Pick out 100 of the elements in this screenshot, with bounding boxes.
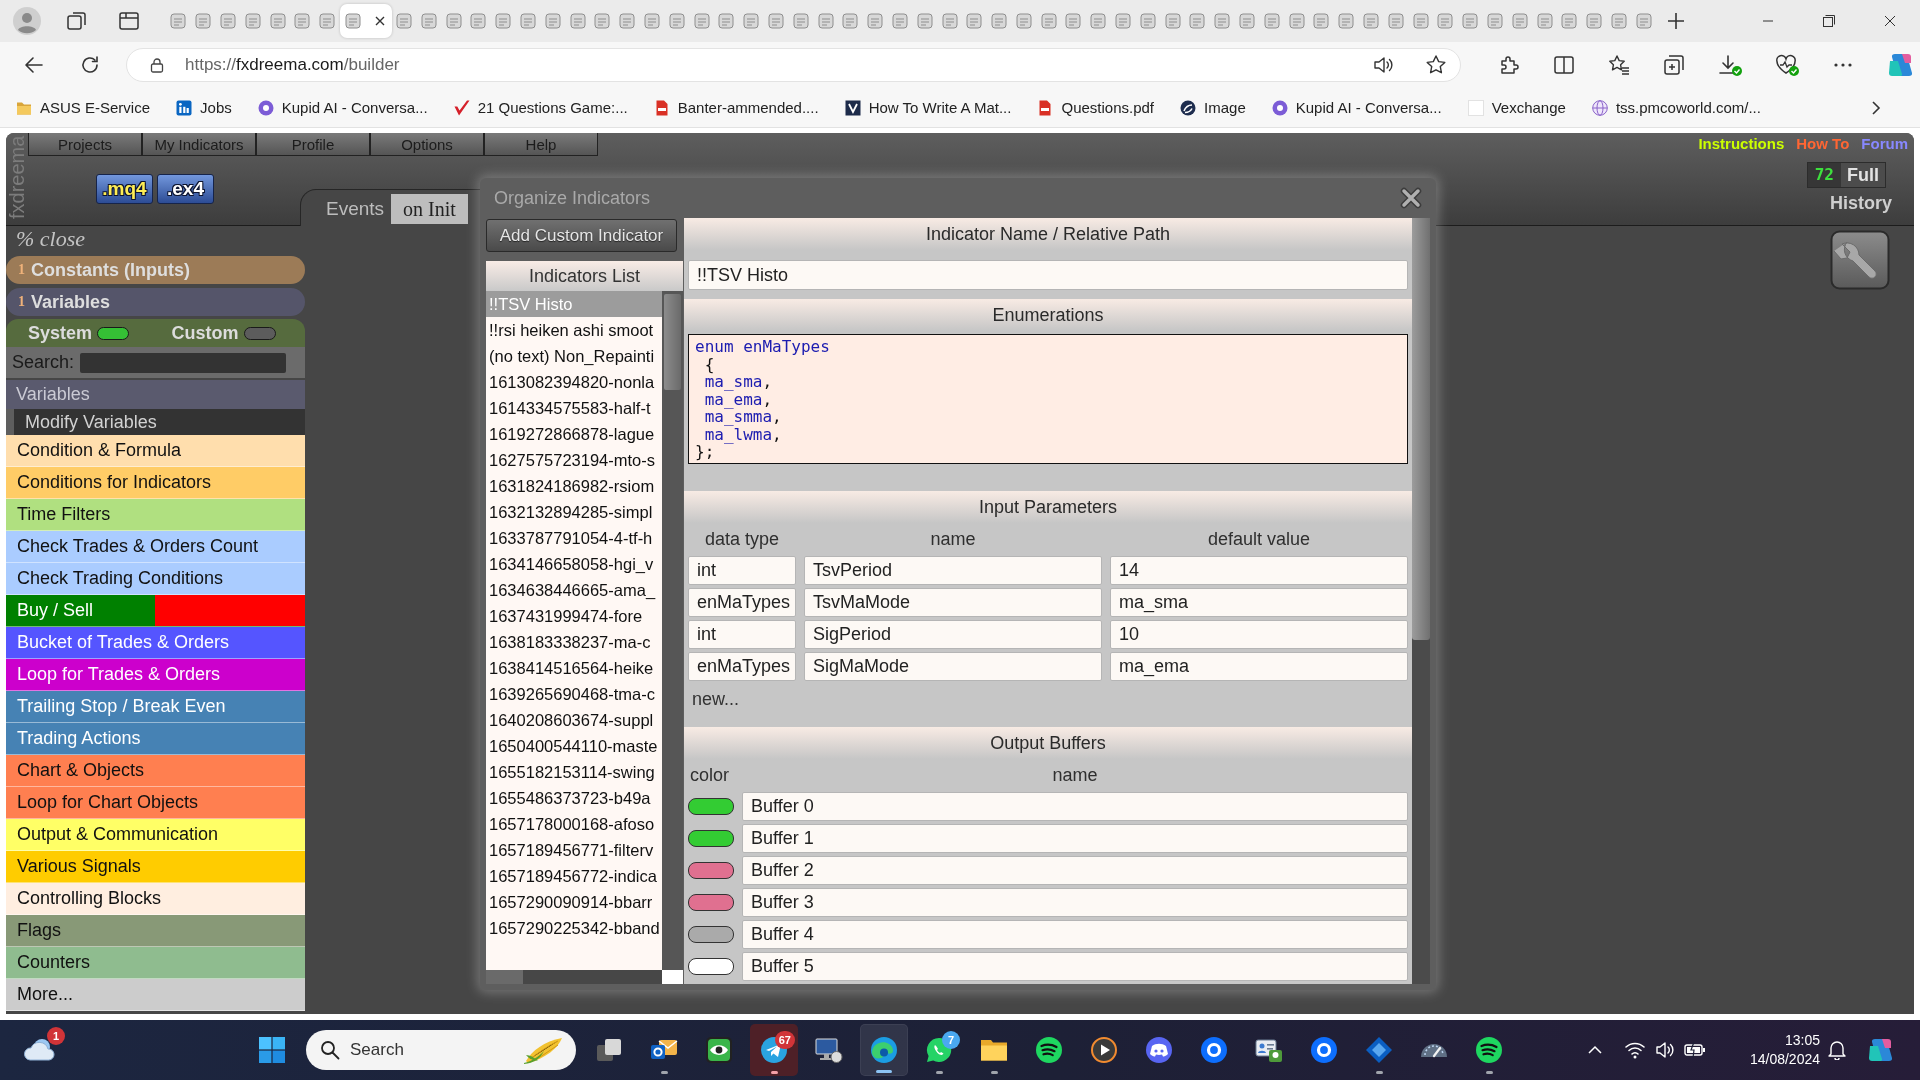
clock-date[interactable]: 14/08/2024 bbox=[1749, 1050, 1820, 1069]
data-type-field[interactable]: int bbox=[688, 620, 796, 649]
close-sidebar-link[interactable]: % close bbox=[6, 226, 305, 252]
bell-icon[interactable] bbox=[1828, 1040, 1846, 1060]
scrollbar[interactable] bbox=[662, 291, 683, 970]
bookmark-link[interactable]: Vexchange bbox=[1465, 92, 1568, 123]
category-item[interactable]: Output & Communication bbox=[6, 819, 305, 851]
color-swatch-icon[interactable] bbox=[688, 894, 734, 911]
horizontal-scrollbar[interactable] bbox=[486, 970, 683, 984]
bookmark-link[interactable]: ASUS E-Service bbox=[14, 92, 153, 123]
color-swatch-icon[interactable] bbox=[688, 830, 734, 847]
file-type-button[interactable]: .mq4 bbox=[96, 174, 153, 204]
bookmark-link[interactable]: Banter-ammended.... bbox=[651, 92, 821, 123]
list-item[interactable]: 1640208603674-suppl bbox=[486, 707, 662, 733]
category-item[interactable]: Trading Actions bbox=[6, 723, 305, 755]
category-item[interactable]: Controlling Blocks bbox=[6, 883, 305, 915]
list-item[interactable]: 1613082394820-nonla bbox=[486, 369, 662, 395]
list-item[interactable]: 1657290090914-bbarr bbox=[486, 889, 662, 915]
category-item[interactable]: More... bbox=[6, 979, 305, 1011]
list-item[interactable]: 1657290225342-bband bbox=[486, 915, 662, 941]
parameter-name-field[interactable]: SigMaMode bbox=[804, 652, 1102, 681]
list-item[interactable]: 1638183338237-ma-c bbox=[486, 629, 662, 655]
category-item[interactable]: Loop for Trades & Orders bbox=[6, 659, 305, 691]
category-item[interactable]: Counters bbox=[6, 947, 305, 979]
wifi-icon[interactable] bbox=[1624, 1040, 1645, 1060]
list-item[interactable]: 1614334575583-half-t bbox=[486, 395, 662, 421]
taskbar-search-field[interactable]: Search bbox=[306, 1030, 576, 1070]
bookmark-link[interactable]: Kupid AI - Conversa... bbox=[255, 92, 430, 123]
collections-icon[interactable] bbox=[1662, 53, 1686, 77]
list-item[interactable]: 1655486373723-b49a bbox=[486, 785, 662, 811]
color-swatch-icon[interactable] bbox=[688, 926, 734, 943]
favorites-icon[interactable] bbox=[1607, 53, 1631, 77]
buffer-name-field[interactable]: Buffer 2 bbox=[742, 856, 1408, 885]
volume-icon[interactable] bbox=[1654, 1040, 1675, 1060]
search-field[interactable] bbox=[80, 352, 287, 373]
list-item[interactable]: 1655182153114-swing bbox=[486, 759, 662, 785]
buffer-name-field[interactable]: Buffer 1 bbox=[742, 824, 1408, 853]
tab-actions-icon[interactable] bbox=[117, 9, 141, 33]
list-item[interactable]: !!rsi heiken ashi smoot bbox=[486, 317, 662, 343]
bookmark-link[interactable]: 21 Questions Game:... bbox=[451, 92, 630, 123]
default-value-field[interactable]: 10 bbox=[1110, 620, 1408, 649]
list-item[interactable]: 1631824186982-rsiom bbox=[486, 473, 662, 499]
star-icon[interactable] bbox=[1425, 54, 1447, 76]
list-item[interactable]: 1634146658058-hgi_v bbox=[486, 551, 662, 577]
parameter-name-field[interactable]: TsvMaMode bbox=[804, 588, 1102, 617]
default-value-field[interactable]: ma_sma bbox=[1110, 588, 1408, 617]
clock-time[interactable]: 13:05 bbox=[1784, 1031, 1820, 1050]
list-item[interactable]: 1619272866878-lague bbox=[486, 421, 662, 447]
data-type-field[interactable]: int bbox=[688, 556, 796, 585]
buffer-name-field[interactable]: Buffer 0 bbox=[742, 792, 1408, 821]
name-field[interactable]: !!TSV Histo bbox=[688, 260, 1408, 290]
heart-icon[interactable] bbox=[1774, 53, 1800, 77]
bookmark-link[interactable]: How To Write A Mat... bbox=[842, 92, 1014, 123]
bookmark-link[interactable]: tss.pmcoworld.com/... bbox=[1589, 92, 1763, 123]
close-icon[interactable] bbox=[1883, 15, 1896, 27]
toggle-switch[interactable] bbox=[243, 326, 276, 340]
code-editor[interactable]: enum enMaTypes { ma_sma, ma_ema, ma_smma, ma_lwma, }; bbox=[688, 334, 1408, 464]
history-link[interactable]: History bbox=[1830, 193, 1892, 214]
buffer-name-field[interactable]: Buffer 3 bbox=[742, 888, 1408, 917]
file-type-button[interactable]: .ex4 bbox=[157, 174, 214, 204]
four-squares-icon[interactable] bbox=[259, 1037, 285, 1063]
category-item[interactable]: Condition & Formula bbox=[6, 435, 305, 467]
bookmark-link[interactable]: Questions.pdf bbox=[1035, 92, 1157, 123]
parameter-name-field[interactable]: TsvPeriod bbox=[804, 556, 1102, 585]
event-tab[interactable]: on Init bbox=[391, 194, 468, 224]
battery-icon[interactable] bbox=[1683, 1040, 1706, 1060]
address-bar[interactable]: https://fxdreema.com/builder bbox=[126, 48, 1461, 82]
overlapping-squares-icon[interactable] bbox=[65, 9, 89, 33]
bookmark-link[interactable]: Image bbox=[1178, 92, 1248, 123]
category-item[interactable]: Chart & Objects bbox=[6, 755, 305, 787]
split-screen-icon[interactable] bbox=[1552, 53, 1576, 77]
color-swatch-icon[interactable] bbox=[688, 798, 734, 815]
restore-icon[interactable] bbox=[1822, 15, 1835, 27]
sidebar-item[interactable]: Modify Variables bbox=[6, 409, 305, 435]
list-item[interactable]: 1638414516564-heike bbox=[486, 655, 662, 681]
list-item[interactable]: 1650400544110-maste bbox=[486, 733, 662, 759]
category-item[interactable]: Trailing Stop / Break Even bbox=[6, 691, 305, 723]
category-item[interactable]: Flags bbox=[6, 915, 305, 947]
taskbar-app-button[interactable]: 67 bbox=[750, 1024, 798, 1076]
download-icon[interactable] bbox=[1717, 53, 1743, 77]
bookmark-link[interactable]: Jobs bbox=[174, 92, 234, 123]
profile-icon[interactable] bbox=[12, 6, 42, 36]
scrollbar-thumb[interactable] bbox=[664, 294, 681, 390]
close-icon[interactable] bbox=[1400, 187, 1422, 209]
color-swatch-icon[interactable] bbox=[688, 958, 734, 975]
category-item[interactable]: Various Signals bbox=[6, 851, 305, 883]
data-type-field[interactable]: enMaTypes bbox=[688, 652, 796, 681]
buffer-name-field[interactable]: Buffer 4 bbox=[742, 920, 1408, 949]
list-item[interactable]: 1632132894285-simpl bbox=[486, 499, 662, 525]
buffer-name-field[interactable]: Buffer 5 bbox=[742, 952, 1408, 981]
list-item[interactable]: 1633787791054-4-tf-h bbox=[486, 525, 662, 551]
taskbar-app-button[interactable] bbox=[860, 1024, 908, 1076]
list-item[interactable]: 1634638446665-ama_ bbox=[486, 577, 662, 603]
category-item[interactable]: Check Trading Conditions bbox=[6, 563, 305, 595]
close-icon[interactable] bbox=[374, 16, 385, 26]
list-item[interactable]: 1657178000168-afoso bbox=[486, 811, 662, 837]
category-item[interactable]: Conditions for Indicators bbox=[6, 467, 305, 499]
toggle-switch[interactable] bbox=[97, 326, 130, 340]
data-type-field[interactable]: enMaTypes bbox=[688, 588, 796, 617]
section-bar[interactable]: 1 Variables bbox=[6, 288, 305, 316]
